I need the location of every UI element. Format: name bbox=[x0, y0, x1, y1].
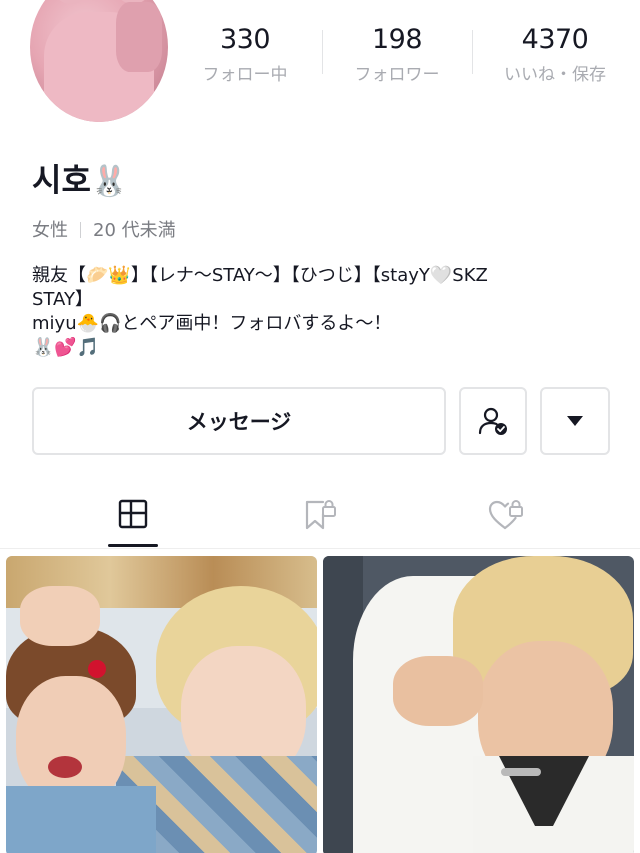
avatar[interactable] bbox=[30, 0, 168, 122]
message-button-label: メッセージ bbox=[186, 410, 292, 434]
tabs-divider bbox=[0, 548, 640, 549]
bookmark-lock-icon bbox=[305, 500, 336, 530]
post-grid bbox=[0, 556, 640, 853]
followers-label: フォロワー bbox=[354, 65, 440, 85]
meta-divider bbox=[80, 222, 81, 238]
profile-meta: 女性 20 代未満 bbox=[32, 219, 176, 243]
grid-icon bbox=[118, 499, 148, 529]
avatar-ear bbox=[54, 0, 88, 4]
more-options-button[interactable] bbox=[540, 387, 610, 455]
bio-line: STAY】 bbox=[32, 289, 93, 310]
age-label: 20 代未満 bbox=[93, 220, 176, 241]
likes-label: いいね・保存 bbox=[504, 65, 606, 85]
stat-likes[interactable]: 4370 いいね・保存 bbox=[480, 22, 630, 86]
stat-following[interactable]: 330 フォロー中 bbox=[170, 22, 320, 86]
caret-down-icon bbox=[567, 416, 583, 426]
profile-stats: 330 フォロー中 198 フォロワー 4370 いいね・保存 bbox=[170, 22, 640, 92]
photo-cherry bbox=[88, 660, 106, 678]
following-count: 330 bbox=[219, 24, 271, 55]
stat-followers[interactable]: 198 フォロワー bbox=[322, 22, 472, 86]
following-status-button[interactable] bbox=[459, 387, 527, 455]
photo-hand bbox=[393, 656, 483, 726]
avatar-figure-arm bbox=[116, 2, 162, 72]
likes-count: 4370 bbox=[521, 24, 589, 55]
tab-liked[interactable] bbox=[466, 490, 546, 548]
tab-saved[interactable] bbox=[280, 490, 360, 548]
profile-name-text: 시호 bbox=[32, 161, 91, 199]
photo-hand bbox=[20, 586, 100, 646]
bio-line: miyu🐣🎧とペア画中！フォロバするよ〜！ bbox=[32, 313, 392, 334]
following-label: フォロー中 bbox=[202, 65, 288, 85]
profile-bio: 親友【🥟👑】【レナ〜STAY〜】【ひつじ】【stayY🤍SKZ STAY】 mi… bbox=[32, 264, 622, 360]
profile-tabs bbox=[0, 490, 640, 548]
heart-lock-icon bbox=[488, 500, 523, 530]
post-thumbnail[interactable] bbox=[323, 556, 634, 853]
profile-name: 시호🐰 bbox=[32, 160, 128, 202]
post-thumbnail[interactable] bbox=[6, 556, 317, 853]
bio-line: 親友【🥟👑】【レナ〜STAY〜】【ひつじ】【stayY🤍SKZ bbox=[32, 265, 488, 286]
tab-posts[interactable] bbox=[93, 490, 173, 548]
photo-person bbox=[48, 756, 82, 778]
photo-person bbox=[6, 786, 156, 853]
bio-line: 🐰💕🎵 bbox=[32, 337, 100, 358]
stat-divider bbox=[472, 30, 473, 74]
user-check-icon bbox=[478, 407, 507, 435]
profile-actions: メッセージ bbox=[32, 387, 610, 455]
followers-count: 198 bbox=[371, 24, 423, 55]
photo-necklace bbox=[501, 768, 541, 776]
gender-label: 女性 bbox=[32, 220, 68, 241]
rabbit-emoji: 🐰 bbox=[90, 164, 129, 199]
active-tab-indicator bbox=[108, 544, 158, 547]
message-button[interactable]: メッセージ bbox=[32, 387, 446, 455]
